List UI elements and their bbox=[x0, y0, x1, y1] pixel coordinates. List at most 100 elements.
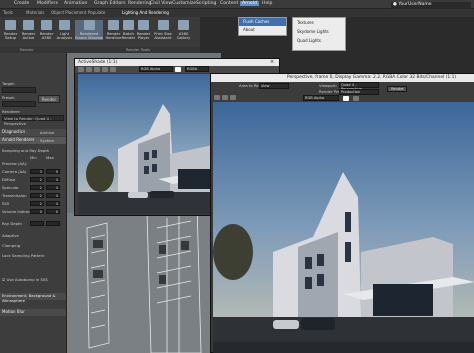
user-name: YourUserName bbox=[398, 2, 432, 7]
display-icon[interactable] bbox=[353, 96, 359, 101]
color-swatch-icon[interactable] bbox=[343, 96, 349, 101]
preset-label: Preset: bbox=[2, 95, 16, 100]
menu-civil-view[interactable]: Civil View bbox=[150, 1, 172, 6]
rendered-frame-window-button[interactable]: Rendered Frame Window bbox=[75, 20, 103, 40]
sample-spinner[interactable]: 4 bbox=[46, 201, 60, 206]
print-size-button[interactable]: Print Size Assistant bbox=[153, 20, 173, 40]
menu-item-about[interactable]: About bbox=[239, 26, 286, 34]
flush-caches-submenu: Textures Skydome Lights Quad Lights bbox=[292, 17, 346, 51]
target-label: Target: bbox=[2, 81, 16, 86]
sample-spinner[interactable]: 2 bbox=[30, 185, 44, 190]
frame-render-button[interactable]: Render bbox=[387, 86, 407, 92]
sample-row-label: Diffuse bbox=[2, 177, 16, 182]
target-dropdown[interactable] bbox=[2, 87, 36, 93]
menu-scripting[interactable]: Scripting bbox=[196, 1, 216, 6]
tab-object-placement[interactable]: Object Placement bbox=[51, 10, 86, 15]
player-icon bbox=[138, 20, 149, 30]
save-icon[interactable] bbox=[78, 67, 84, 72]
motion-blur-section-header[interactable]: Motion Blur bbox=[0, 309, 66, 316]
sample-spinner[interactable]: 0 bbox=[30, 209, 44, 214]
user-account[interactable]: ● YourUserName bbox=[391, 2, 471, 9]
area-dropdown[interactable]: View bbox=[259, 83, 289, 89]
use-autobump-checkbox[interactable]: ☑ Use Autobump in SSS bbox=[2, 277, 48, 282]
menu-graph-editors[interactable]: Graph Editors bbox=[94, 1, 126, 6]
teapot-icon bbox=[5, 20, 16, 30]
preset-dropdown[interactable] bbox=[2, 101, 36, 107]
sample-row-label: Specular bbox=[2, 185, 19, 190]
view-to-render-dropdown[interactable]: View to Render: Quad 4 - Perspective bbox=[2, 115, 64, 126]
copy-icon[interactable] bbox=[222, 95, 228, 100]
render-button[interactable]: Render bbox=[38, 95, 60, 103]
sample-spinner[interactable]: 2 bbox=[30, 193, 44, 198]
clamping-label: Clamping bbox=[2, 243, 21, 248]
ribbon-tabs: Tools Materials Object Placement Populat… bbox=[0, 9, 474, 17]
user-icon: ● bbox=[393, 2, 397, 7]
menu-modifiers[interactable]: Modifiers bbox=[37, 1, 58, 6]
gallery-icon bbox=[178, 20, 189, 30]
menu-help[interactable]: Help bbox=[262, 1, 272, 6]
menu-animation[interactable]: Animation bbox=[64, 1, 87, 6]
activeshade-title[interactable]: ActiveShade (1:1) bbox=[75, 59, 279, 66]
sample-row-label: Transmission bbox=[2, 193, 27, 198]
tab-diagnostics[interactable]: Diagnostics bbox=[0, 129, 66, 136]
viewport-label: Viewport: bbox=[319, 83, 338, 88]
copy-icon[interactable] bbox=[86, 67, 92, 72]
sample-spinner[interactable]: 4 bbox=[46, 177, 60, 182]
print-icon[interactable] bbox=[102, 67, 108, 72]
tab-lighting-rendering[interactable]: Lighting And Rendering bbox=[122, 10, 169, 15]
tab-materials[interactable]: Materials bbox=[26, 10, 44, 15]
render-a360-button[interactable]: Render A360 bbox=[38, 20, 55, 40]
adaptive-label: Adaptive bbox=[2, 233, 19, 238]
clone-icon[interactable] bbox=[230, 95, 236, 100]
tab-tools[interactable]: Tools bbox=[3, 10, 13, 15]
frame-window-title[interactable]: Perspective, frame 0, Display Gamma: 2.2… bbox=[211, 74, 474, 82]
sample-spinner[interactable]: 2 bbox=[30, 177, 44, 182]
save-icon[interactable] bbox=[214, 95, 220, 100]
submenu-item-quad-lights[interactable]: Quad Lights bbox=[293, 36, 345, 45]
channel-dropdown[interactable]: RGB Alpha bbox=[139, 66, 173, 72]
ray-depth-spinner[interactable] bbox=[30, 221, 44, 226]
preview-aa-label: Preview (AA): bbox=[2, 161, 28, 166]
menu-rendering[interactable]: Rendering bbox=[128, 1, 151, 6]
clone-icon[interactable] bbox=[94, 67, 100, 72]
render-setup-button[interactable]: Render Setup bbox=[2, 20, 19, 40]
sample-spinner[interactable]: 2 bbox=[30, 201, 44, 206]
frame-window-icon bbox=[83, 20, 95, 30]
menu-customize[interactable]: Customize bbox=[172, 1, 196, 6]
light-analysis-button[interactable]: Light Analysis bbox=[56, 20, 73, 40]
menu-arnold[interactable]: Arnold bbox=[240, 1, 259, 6]
batch-icon bbox=[123, 20, 134, 30]
submenu-item-skydome-lights[interactable]: Skydome Lights bbox=[293, 27, 345, 36]
a360-gallery-button[interactable]: A360 Gallery bbox=[175, 20, 192, 40]
preset-dropdown[interactable]: Production bbox=[339, 89, 379, 95]
sample-spinner[interactable]: 4 bbox=[46, 193, 60, 198]
menu-create[interactable]: Create bbox=[14, 1, 29, 6]
tab-arnold-renderer[interactable]: Arnold Renderer bbox=[0, 137, 66, 144]
frame-channel-dropdown[interactable]: RGB Alpha bbox=[303, 95, 339, 101]
arnold-menu: Flush Caches About bbox=[238, 17, 287, 36]
color-swatch-icon[interactable] bbox=[175, 67, 181, 72]
menu-content[interactable]: Content bbox=[220, 1, 238, 6]
sample-spinner[interactable]: 9 bbox=[46, 169, 60, 174]
ray-depth-spinner[interactable] bbox=[46, 221, 60, 226]
viewport-dropdown[interactable]: Quad 4 - Perspective bbox=[339, 82, 379, 91]
environment-section-header[interactable]: Environment, Background & Atmosphere bbox=[0, 293, 66, 303]
menu-item-flush-caches[interactable]: Flush Caches bbox=[239, 18, 286, 26]
teapot-icon bbox=[23, 20, 34, 30]
frame-render-image bbox=[213, 102, 474, 353]
tab-system[interactable]: System bbox=[40, 138, 54, 143]
clear-icon[interactable] bbox=[110, 67, 116, 72]
sample-spinner[interactable]: 3 bbox=[30, 169, 44, 174]
sample-spinner[interactable]: 4 bbox=[46, 185, 60, 190]
display-dropdown[interactable]: RGBA bbox=[185, 66, 209, 72]
tab-populate[interactable]: Populate bbox=[88, 10, 105, 15]
ray-depth-label: Ray Depth bbox=[2, 221, 22, 226]
sample-spinner[interactable]: 0 bbox=[46, 209, 60, 214]
render-player-button[interactable]: Render Player bbox=[135, 20, 152, 40]
render-active-button[interactable]: Render Active bbox=[20, 20, 37, 40]
close-icon[interactable]: × bbox=[270, 59, 274, 65]
tab-archive[interactable]: Archive bbox=[40, 130, 54, 135]
lock-sampling-checkbox[interactable]: Lock Sampling Pattern bbox=[2, 253, 45, 258]
rendered-frame-window[interactable]: Perspective, frame 0, Display Gamma: 2.2… bbox=[210, 73, 474, 353]
submenu-item-textures[interactable]: Textures bbox=[293, 18, 345, 27]
